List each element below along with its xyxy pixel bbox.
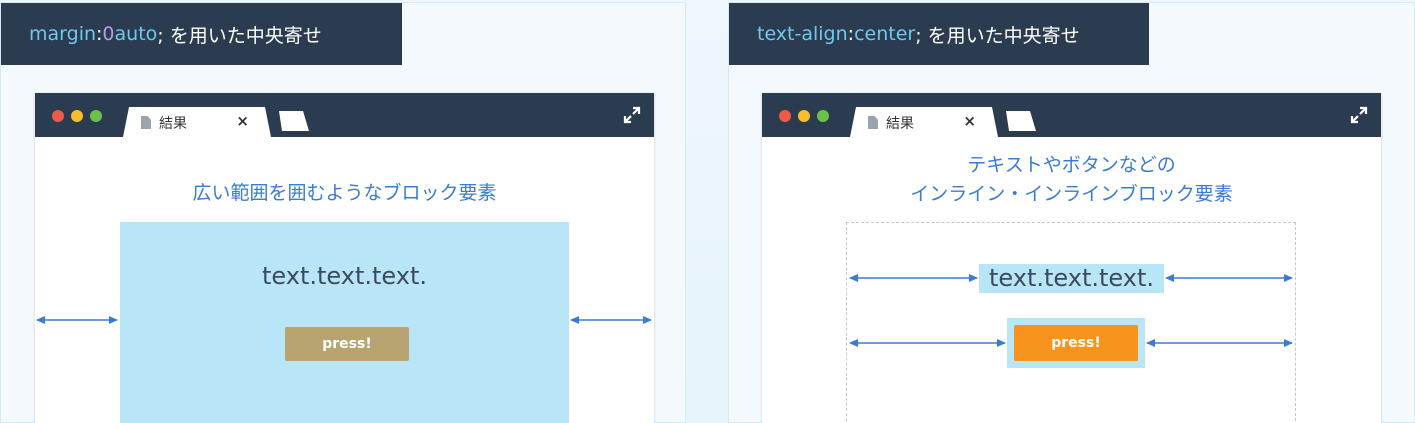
css-value-number: 0 <box>102 23 115 45</box>
css-property: text-align <box>757 23 848 45</box>
label-suffix: ; を用いた中央寄せ <box>157 24 322 47</box>
css-property: margin <box>29 23 97 45</box>
margin-auto-label: margin: 0 auto; を用いた中央寄せ <box>1 3 402 65</box>
text-align-label: text-align: center; を用いた中央寄せ <box>729 3 1149 65</box>
text-align-panel: text-align: center; を用いた中央寄せ 結果 × テキストやボ… <box>728 2 1415 423</box>
margin-arrows <box>36 316 652 324</box>
css-value: center <box>854 23 916 45</box>
text-align-arrows <box>849 274 1293 347</box>
label-suffix: ; を用いた中央寄せ <box>915 24 1080 47</box>
margin-auto-panel: margin: 0 auto; を用いた中央寄せ 結果 × 広い範囲を囲むような… <box>0 2 686 423</box>
browser-window: 結果 × テキストやボタンなどの インライン・インラインブロック要素 text.… <box>762 93 1381 423</box>
browser-window: 結果 × 広い範囲を囲むようなブロック要素 text.text.text. pr… <box>35 93 654 423</box>
css-value: auto <box>114 23 158 45</box>
